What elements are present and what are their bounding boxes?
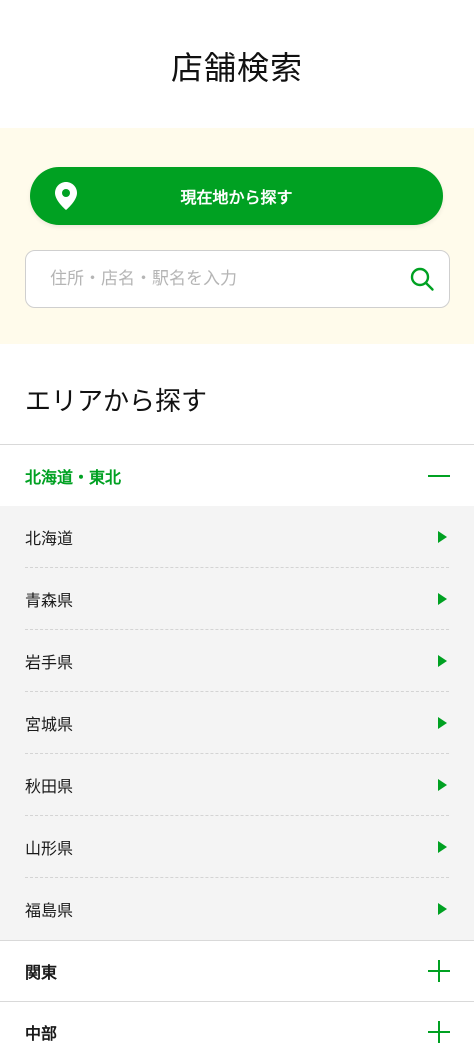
triangle-right-icon (438, 716, 447, 729)
prefecture-item-aomori[interactable]: 青森県 (25, 568, 449, 630)
prefecture-item-fukushima[interactable]: 福島県 (25, 878, 449, 940)
triangle-right-icon (438, 903, 447, 915)
prefecture-item-akita[interactable]: 秋田県 (25, 754, 449, 816)
prefecture-item-miyagi[interactable]: 宮城県 (25, 692, 449, 754)
prefecture-label: 福島県 (25, 901, 74, 920)
current-location-button[interactable]: 現在地から探す (30, 167, 443, 225)
region-label: 中部 (25, 1024, 58, 1043)
prefecture-item-hokkaido[interactable]: 北海道 (25, 506, 449, 568)
triangle-right-icon (438, 592, 447, 605)
prefecture-label: 北海道 (25, 528, 74, 548)
plus-icon (428, 960, 450, 982)
search-box (25, 250, 450, 308)
prefecture-list: 北海道 青森県 岩手県 宮城県 秋田県 山形県 福島県 (0, 506, 474, 941)
page-title: 店舗検索 (170, 49, 303, 87)
prefecture-label: 秋田県 (25, 776, 74, 796)
region-header-hokkaido-tohoku[interactable]: 北海道・東北 (0, 445, 474, 506)
prefecture-item-yamagata[interactable]: 山形県 (25, 816, 449, 878)
prefecture-label: 青森県 (25, 590, 74, 610)
region-header-chubu[interactable]: 中部 (0, 1002, 474, 1061)
triangle-right-icon (438, 654, 447, 667)
minus-icon (428, 465, 450, 487)
region-label: 関東 (25, 963, 58, 982)
region-header-kanto[interactable]: 関東 (0, 941, 474, 1002)
prefecture-label: 山形県 (25, 838, 74, 858)
triangle-right-icon (438, 530, 447, 543)
plus-icon (428, 1021, 450, 1043)
search-panel: 現在地から探す (0, 128, 474, 344)
prefecture-label: 岩手県 (25, 652, 74, 672)
current-location-label: 現在地から探す (180, 188, 293, 207)
region-label: 北海道・東北 (25, 467, 122, 487)
store-search-page: 店舗検索 現在地から探す エリアから探す 北海道・東北 北海道 青森県 (0, 0, 474, 1061)
map-pin-icon (55, 182, 77, 210)
area-section-title: エリアから探す (0, 344, 474, 445)
triangle-right-icon (438, 840, 447, 853)
prefecture-label: 宮城県 (25, 714, 74, 734)
triangle-right-icon (438, 778, 447, 791)
search-icon[interactable] (409, 266, 435, 292)
prefecture-item-iwate[interactable]: 岩手県 (25, 630, 449, 692)
search-input[interactable] (50, 269, 401, 289)
